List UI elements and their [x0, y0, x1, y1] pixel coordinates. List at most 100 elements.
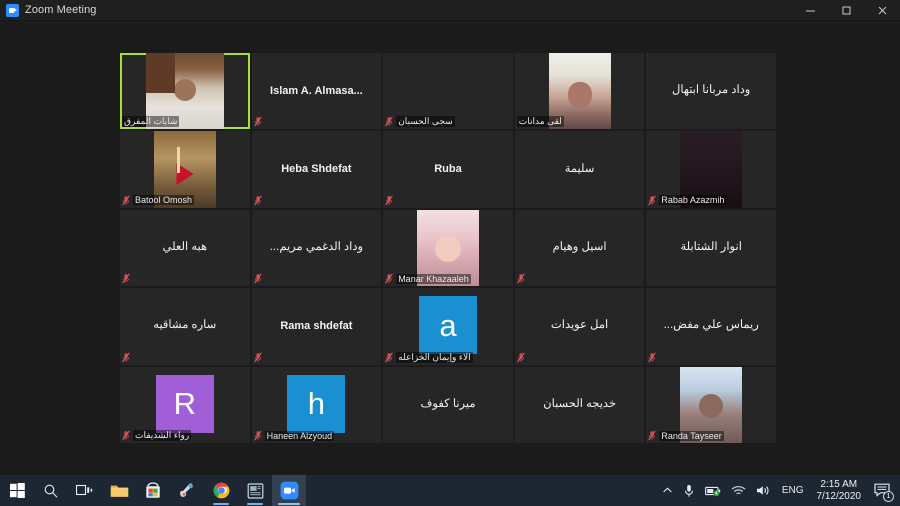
- participant-video: [153, 131, 216, 208]
- tile-footer: [517, 273, 643, 284]
- taskbar-buttons: [0, 475, 306, 506]
- avatar: h: [287, 374, 346, 433]
- action-center-button[interactable]: 1: [868, 475, 896, 506]
- avatar: a: [418, 296, 477, 355]
- participant-name: Rama shdefat: [280, 319, 353, 332]
- participant-tile[interactable]: أنوار الشتابلة: [646, 209, 776, 287]
- participant-tile[interactable]: h Haneen Alzyoud: [251, 366, 382, 443]
- paint-icon: [179, 483, 193, 497]
- zoom-camera-icon: [6, 3, 19, 17]
- zoom-button[interactable]: [272, 475, 306, 506]
- participant-tile[interactable]: ميرنا كفوف: [383, 366, 513, 443]
- close-icon[interactable]: [864, 0, 900, 21]
- windows-logo-icon: [9, 483, 25, 498]
- microsoft-store-button[interactable]: [136, 475, 170, 506]
- muted-microphone-icon: [648, 352, 657, 362]
- folder-icon: [110, 485, 128, 497]
- avatar-letter: R: [173, 386, 196, 422]
- participant-tile[interactable]: لقى مدانات: [514, 53, 645, 130]
- muted-microphone-icon: [648, 195, 657, 206]
- participant-tile[interactable]: Heba Shdefat: [251, 131, 382, 208]
- participant-name: أنوار الشتابلة: [680, 241, 742, 254]
- participant-tile[interactable]: امل عويدات: [514, 288, 645, 365]
- participant-name: ميرنا كفوف: [420, 397, 476, 410]
- participant-tile[interactable]: اسيل وهيام: [514, 209, 645, 287]
- participant-tile[interactable]: Manar Khazaaleh: [383, 209, 513, 287]
- maximize-icon[interactable]: [828, 0, 864, 21]
- chrome-button[interactable]: [204, 475, 238, 506]
- tile-footer: [253, 273, 380, 284]
- participant-name: Ruba: [434, 163, 462, 175]
- window-title: Zoom Meeting: [25, 4, 97, 16]
- participant-video: [680, 366, 743, 443]
- task-view-button[interactable]: [68, 475, 102, 506]
- file-explorer-button[interactable]: [102, 475, 136, 506]
- participant-name: وداد مربانا ابتهال: [672, 84, 751, 97]
- clock-date: 7/12/2020: [816, 490, 862, 502]
- participant-video: [548, 53, 611, 130]
- participant-name: وداد الدغمي مريم...: [269, 241, 364, 254]
- start-button[interactable]: [0, 475, 34, 506]
- participant-name: ريماس علي مفض...: [663, 319, 759, 332]
- participant-tile[interactable]: Batool Omosh: [120, 131, 250, 208]
- muted-microphone-icon: [385, 352, 393, 362]
- participant-video: [416, 209, 479, 287]
- volume-tray-icon[interactable]: [751, 475, 776, 506]
- battery-tray-icon[interactable]: [700, 475, 726, 506]
- participant-tile[interactable]: شابات المفرق: [120, 53, 250, 130]
- tile-footer: [253, 116, 380, 127]
- muted-microphone-icon: [122, 273, 130, 284]
- tile-footer: [122, 352, 248, 363]
- participant-tile[interactable]: a الاء وإيمان الخزاعله: [383, 288, 513, 365]
- participant-tile[interactable]: Rama shdefat: [251, 288, 382, 365]
- participant-tile[interactable]: Islam A. Almasa...: [251, 53, 382, 130]
- avatar: R: [155, 374, 214, 433]
- participant-tile[interactable]: خديجه الحسبان: [514, 366, 645, 443]
- participant-name: سليمة: [564, 162, 595, 175]
- search-icon: [44, 484, 58, 498]
- participant-tile[interactable]: سجى الحسبان: [383, 53, 513, 130]
- windows-taskbar: ENG 2:15 AM 7/12/2020 1: [0, 475, 900, 506]
- language-indicator[interactable]: ENG: [776, 485, 810, 496]
- notification-count-badge: 1: [883, 491, 894, 502]
- participant-tile[interactable]: سليمة: [514, 131, 645, 208]
- speaker-icon: [756, 486, 769, 495]
- network-tray-icon[interactable]: [726, 475, 751, 506]
- minimize-icon[interactable]: [792, 0, 828, 21]
- participant-name: خديجه الحسبان: [543, 397, 617, 410]
- participant-tile[interactable]: وداد مربانا ابتهال: [646, 53, 776, 130]
- paint-button[interactable]: [170, 475, 204, 506]
- muted-microphone-icon: [253, 352, 262, 362]
- participant-tile[interactable]: هبه العلي: [120, 209, 250, 287]
- participant-tile[interactable]: ساره مشاقيه: [120, 288, 250, 365]
- participant-tile[interactable]: R رواء الشديفات: [120, 366, 250, 443]
- avatar-letter: h: [307, 386, 326, 422]
- clock[interactable]: 2:15 AM 7/12/2020: [810, 475, 869, 506]
- news-button[interactable]: [238, 475, 272, 506]
- participant-name: ساره مشاقيه: [153, 319, 217, 332]
- search-button[interactable]: [34, 475, 68, 506]
- muted-microphone-icon: [122, 352, 130, 362]
- participant-tile[interactable]: Ruba: [383, 131, 513, 208]
- participant-tile[interactable]: وداد الدغمي مريم...: [251, 209, 382, 287]
- participant-tile[interactable]: Randa Tayseer: [646, 366, 776, 443]
- tile-footer: [648, 352, 774, 363]
- system-tray: ENG 2:15 AM 7/12/2020 1: [657, 475, 900, 506]
- chrome-icon: [213, 482, 229, 499]
- participant-name: Heba Shdefat: [281, 163, 352, 175]
- participant-name: امل عويدات: [550, 319, 609, 332]
- tile-footer: [517, 352, 643, 363]
- tile-footer: سجى الحسبان: [385, 116, 511, 128]
- participant-video: [145, 53, 224, 130]
- news-icon: [247, 482, 263, 499]
- window-titlebar: Zoom Meeting: [0, 0, 900, 21]
- muted-microphone-icon: [385, 195, 393, 206]
- muted-microphone-icon: [122, 195, 130, 206]
- show-hidden-icons-button[interactable]: [657, 475, 678, 506]
- wifi-icon: [731, 485, 746, 494]
- microphone-tray-icon[interactable]: [678, 475, 700, 506]
- participant-tile[interactable]: Rabab Azazmih: [646, 131, 776, 208]
- microphone-icon: [684, 484, 693, 497]
- participant-tile[interactable]: ريماس علي مفض...: [646, 288, 776, 365]
- muted-microphone-icon: [517, 273, 525, 284]
